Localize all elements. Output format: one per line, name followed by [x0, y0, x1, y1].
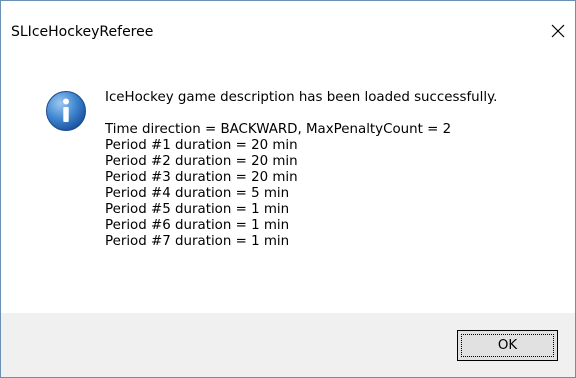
message-detail-line: Time direction = BACKWARD, MaxPenaltyCou… — [105, 122, 452, 137]
message-detail-line: Period #7 duration = 1 min — [105, 234, 290, 249]
message-detail-line: Period #1 duration = 20 min — [105, 138, 298, 153]
message-detail-line: Period #3 duration = 20 min — [105, 170, 298, 185]
dialog-content: IceHockey game description has been load… — [1, 54, 575, 313]
message-detail-line: Period #2 duration = 20 min — [105, 154, 298, 169]
info-icon — [45, 90, 87, 132]
window-title: SLIceHockeyReferee — [11, 24, 154, 40]
close-button[interactable] — [541, 14, 575, 48]
close-icon — [550, 23, 566, 39]
message-text: IceHockey game description has been load… — [105, 90, 497, 250]
message-detail-line: Period #5 duration = 1 min — [105, 202, 290, 217]
message-detail-line: Period #6 duration = 1 min — [105, 218, 290, 233]
ok-button-label: OK — [497, 338, 518, 353]
message-detail-line: Period #4 duration = 5 min — [105, 186, 290, 201]
message-box-window: SLIceHockeyReferee IceHockey game descri… — [0, 0, 576, 378]
ok-button[interactable]: OK — [457, 330, 558, 361]
dialog-footer: OK — [1, 313, 575, 377]
title-bar[interactable]: SLIceHockeyReferee — [1, 1, 575, 54]
message-headline: IceHockey game description has been load… — [105, 90, 498, 105]
